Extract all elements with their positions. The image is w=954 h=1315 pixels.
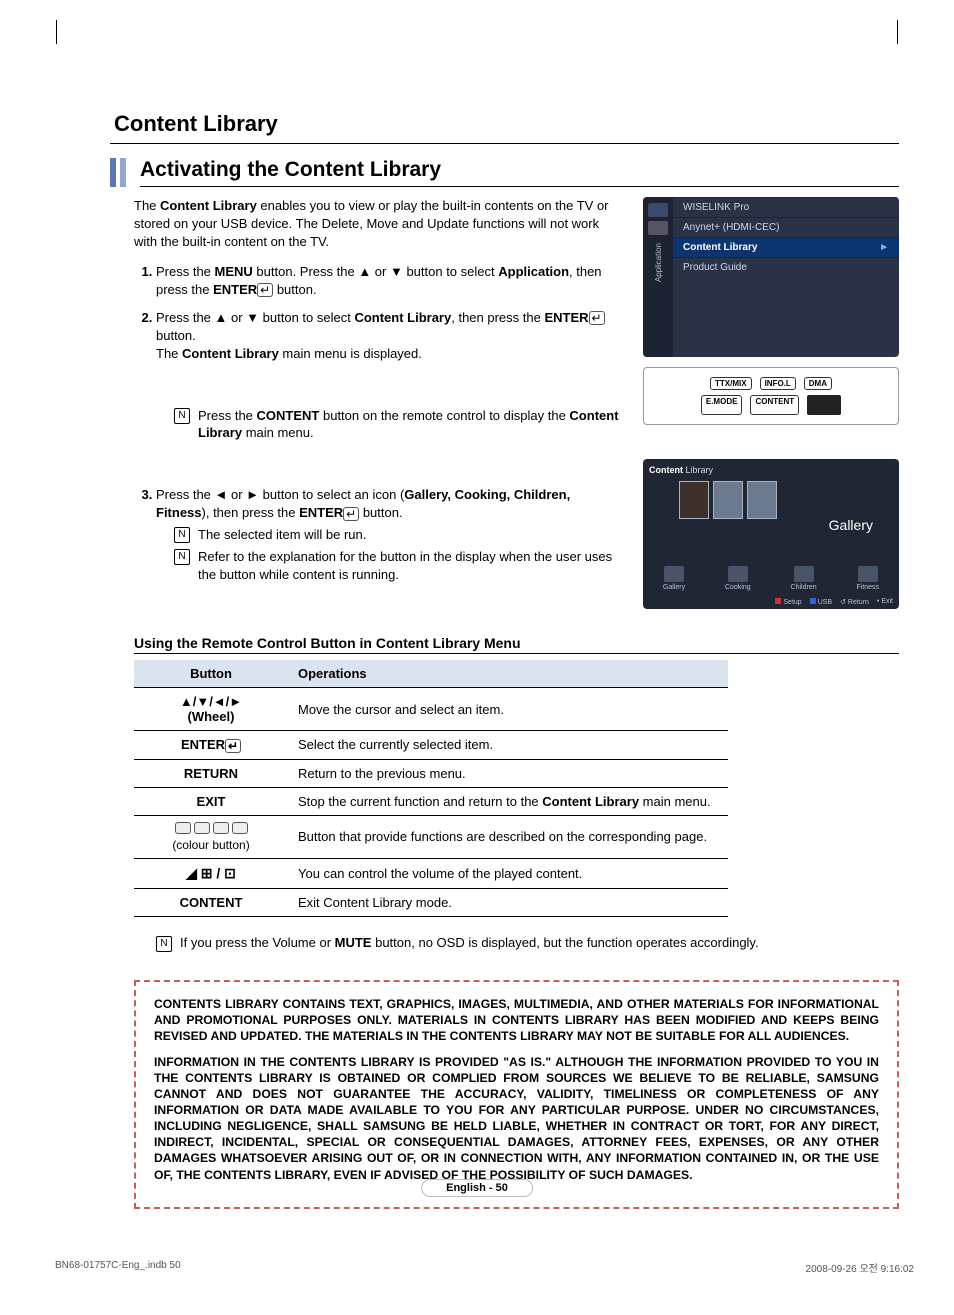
osd-item: Product Guide (673, 257, 899, 277)
category: Cooking (725, 566, 751, 591)
remote-button-table: Button Operations ▲/▼/◄/► (Wheel) Move t… (134, 660, 728, 917)
cell-op: Button that provide functions are descri… (288, 815, 728, 858)
post-table-note: N If you press the Volume or MUTE button… (156, 935, 899, 952)
cell-button: CONTENT (134, 888, 288, 916)
osd-menu-screenshot: Application WISELINK Pro Anynet+ (HDMI-C… (643, 197, 899, 357)
colour-buttons-icon (175, 822, 248, 834)
note-icon: N (174, 527, 190, 543)
cell-button: EXIT (134, 787, 288, 815)
remote-btn-dma: DMA (804, 377, 832, 391)
cell-op: Exit Content Library mode. (288, 888, 728, 916)
category: Gallery (663, 566, 685, 591)
cell-op: Select the currently selected item. (288, 731, 728, 760)
app-icon (648, 221, 668, 235)
cell-op: Return to the previous menu. (288, 759, 728, 787)
osd-item: Anynet+ (HDMI-CEC) (673, 217, 899, 237)
gallery-label: Gallery (829, 517, 873, 533)
thumb-icon (713, 481, 743, 519)
footer-left: BN68-01757C-Eng_.indb 50 (55, 1260, 181, 1275)
remote-btn-info: INFO.L (760, 377, 796, 391)
subsection-header: Activating the Content Library (110, 158, 899, 187)
cell-button: (colour button) (134, 815, 288, 858)
section-title: Content Library (110, 105, 899, 144)
step-1: Press the MENU button. Press the ▲ or ▼ … (156, 263, 625, 299)
note-icon: N (174, 408, 190, 424)
crop-mark-right (897, 20, 898, 44)
cell-button: ◢ ⊞ / ⊡ (134, 858, 288, 888)
cell-op: You can control the volume of the played… (288, 858, 728, 888)
remote-speaker-icon (807, 395, 841, 415)
print-footer: BN68-01757C-Eng_.indb 50 2008-09-26 오전 9… (55, 1260, 914, 1275)
remote-btn-ttxmix: TTX/MIX (710, 377, 752, 391)
remote-btn-emode: E.MODE (701, 395, 743, 415)
accent-bar (110, 158, 116, 187)
app-icon (648, 203, 668, 217)
accent-bar (120, 158, 126, 187)
note: N The selected item will be run. (174, 526, 625, 544)
thumb-icon (679, 481, 709, 519)
step-2: Press the ▲ or ▼ button to select Conten… (156, 309, 625, 477)
cell-op: Move the cursor and select an item. (288, 688, 728, 731)
gallery-title: Content Library (649, 465, 893, 475)
intro-text: The Content Library enables you to view … (134, 197, 625, 251)
page-number: English - 50 (421, 1179, 533, 1197)
category: Fitness (856, 566, 879, 591)
gallery-footer: Setup USB ↺ Return • Exit (775, 598, 893, 606)
cell-button: ENTER↵ (134, 731, 288, 760)
enter-icon: ↵ (225, 739, 241, 753)
note: N Refer to the explanation for the butto… (174, 548, 625, 584)
crop-mark-left (56, 20, 57, 44)
col-button: Button (134, 660, 288, 688)
table-heading: Using the Remote Control Button in Conte… (134, 635, 899, 654)
cell-op: Stop the current function and return to … (288, 787, 728, 815)
thumb-icon (747, 481, 777, 519)
chevron-right-icon: ► (879, 242, 889, 253)
disclaimer-box: CONTENTS LIBRARY CONTAINS TEXT, GRAPHICS… (134, 980, 899, 1209)
footer-right: 2008-09-26 오전 9:16:02 (806, 1260, 914, 1275)
cell-button: ▲/▼/◄/► (Wheel) (134, 688, 288, 731)
volume-mute-icon: ◢ ⊞ / ⊡ (186, 865, 236, 881)
enter-icon: ↵ (343, 507, 359, 521)
enter-icon: ↵ (589, 311, 605, 325)
note-icon: N (174, 549, 190, 565)
step-3: Press the ◄ or ► button to select an ico… (156, 486, 625, 584)
col-operations: Operations (288, 660, 728, 688)
note-icon: N (156, 936, 172, 952)
remote-diagram: TTX/MIX INFO.L DMA E.MODE CONTENT (643, 367, 899, 425)
content-library-screenshot: Content Library Gallery Gallery Cooking … (643, 459, 899, 609)
note: N Press the CONTENT button on the remote… (174, 407, 625, 443)
osd-item: WISELINK Pro (673, 197, 899, 217)
category: Children (791, 566, 817, 591)
osd-item-selected: Content Library► (673, 237, 899, 257)
subsection-title: Activating the Content Library (140, 158, 899, 187)
enter-icon: ↵ (257, 283, 273, 297)
remote-btn-content: CONTENT (750, 395, 799, 415)
cell-button: RETURN (134, 759, 288, 787)
osd-side-label: Application (654, 243, 663, 282)
